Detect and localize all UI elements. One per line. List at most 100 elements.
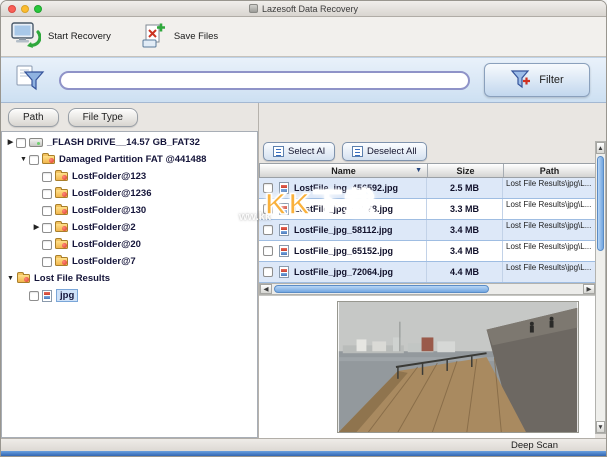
- start-recovery-icon: [11, 22, 41, 52]
- file-name: LostFile_jpg_456592.jpg: [294, 183, 398, 193]
- file-name: LostFile_jpg_72064.jpg: [294, 267, 393, 277]
- tree-checkbox[interactable]: [42, 257, 52, 267]
- expander-icon[interactable]: ▶: [5, 134, 16, 151]
- tree-item-jpg[interactable]: jpg: [2, 287, 257, 304]
- table-row[interactable]: LostFile_jpg_456592.jpg 2.5 MB Lost File…: [259, 178, 595, 199]
- tree-item-lostfolder-123[interactable]: LostFolder@123: [2, 168, 257, 185]
- column-header-path[interactable]: Path: [504, 164, 595, 177]
- column-header-size[interactable]: Size: [428, 164, 504, 177]
- row-checkbox[interactable]: [263, 267, 273, 277]
- vertical-scroll-thumb[interactable]: [597, 156, 604, 251]
- preview-pane: [259, 295, 595, 438]
- main-toolbar: Start Recovery Save Files: [1, 17, 606, 57]
- tree-item-damaged-partition[interactable]: ▼ Damaged Partition FAT @441488: [2, 151, 257, 168]
- tree-checkbox[interactable]: [42, 206, 52, 216]
- tree-item-lost-file-results[interactable]: ▼ Lost File Results: [2, 270, 257, 287]
- tab-path-label: Path: [23, 112, 44, 123]
- tree-checkbox[interactable]: [42, 223, 52, 233]
- start-recovery-button[interactable]: Start Recovery: [11, 22, 111, 52]
- table-row[interactable]: LostFile_jpg_65152.jpg 3.4 MB Lost File …: [259, 241, 595, 262]
- row-checkbox[interactable]: [263, 246, 273, 256]
- tree-checkbox[interactable]: [16, 138, 26, 148]
- scroll-down-icon[interactable]: ▼: [596, 421, 605, 433]
- start-recovery-label: Start Recovery: [48, 31, 111, 42]
- table-row[interactable]: LostFile_jpg_51328.jpg 3.3 MB Lost File …: [259, 199, 595, 220]
- vertical-scroll-track[interactable]: [596, 253, 605, 421]
- view-tabs: Path File Type: [1, 103, 258, 131]
- tree-checkbox[interactable]: [29, 291, 39, 301]
- tab-file-type[interactable]: File Type: [68, 108, 138, 127]
- horizontal-scrollbar[interactable]: ◀ ▶: [259, 283, 595, 295]
- folder-icon: [55, 240, 68, 249]
- folder-icon: [55, 172, 68, 181]
- file-name: LostFile_jpg_58112.jpg: [294, 225, 393, 235]
- minimize-button[interactable]: [21, 5, 29, 13]
- filter-input[interactable]: [59, 71, 470, 90]
- bottom-accent-bar: [1, 451, 606, 457]
- tree-item-lostfolder-1236[interactable]: LostFolder@1236: [2, 185, 257, 202]
- file-name-cell: LostFile_jpg_65152.jpg: [259, 241, 427, 261]
- jpg-file-icon: [279, 266, 289, 278]
- folder-icon: [55, 257, 68, 266]
- tree-item-label: Damaged Partition FAT @441488: [59, 154, 206, 165]
- tree-item-label: LostFolder@130: [72, 205, 146, 216]
- navigation-panel: Path File Type ▶ _FLASH DRIVE__14.57 GB_…: [1, 103, 259, 438]
- horizontal-scroll-track[interactable]: [489, 284, 583, 294]
- file-size: 4.4 MB: [427, 262, 503, 282]
- row-checkbox[interactable]: [263, 183, 273, 193]
- file-path: Lost File Results\jpg\L...: [503, 220, 595, 240]
- tree-item-label: Lost File Results: [34, 273, 110, 284]
- column-name-label: Name: [331, 166, 356, 176]
- file-name-cell: LostFile_jpg_456592.jpg: [259, 178, 427, 198]
- zoom-button[interactable]: [34, 5, 42, 13]
- select-all-icon: [273, 146, 284, 157]
- tab-path[interactable]: Path: [8, 108, 59, 127]
- table-row[interactable]: LostFile_jpg_72064.jpg 4.4 MB Lost File …: [259, 262, 595, 283]
- file-path: Lost File Results\jpg\L...: [503, 199, 595, 219]
- sort-icon[interactable]: ▼: [415, 167, 422, 174]
- tree-item-lostfolder-7[interactable]: LostFolder@7: [2, 253, 257, 270]
- titlebar: Lazesoft Data Recovery: [1, 1, 606, 17]
- file-size: 3.4 MB: [427, 241, 503, 261]
- folder-tree: ▶ _FLASH DRIVE__14.57 GB_FAT32 ▼ Damaged…: [1, 131, 258, 438]
- window-controls: [8, 5, 42, 13]
- table-row[interactable]: LostFile_jpg_58112.jpg 3.4 MB Lost File …: [259, 220, 595, 241]
- tree-item-flash-drive[interactable]: ▶ _FLASH DRIVE__14.57 GB_FAT32: [2, 134, 257, 151]
- tree-checkbox[interactable]: [42, 240, 52, 250]
- tree-item-lostfolder-130[interactable]: LostFolder@130: [2, 202, 257, 219]
- save-files-icon: [139, 22, 167, 52]
- deselect-all-button[interactable]: Deselect All: [342, 142, 427, 161]
- expander-icon[interactable]: ▼: [18, 151, 29, 168]
- tree-item-lostfolder-20[interactable]: LostFolder@20: [2, 236, 257, 253]
- jpg-file-icon: [279, 182, 289, 194]
- tree-checkbox[interactable]: [42, 189, 52, 199]
- tree-item-label: LostFolder@20: [72, 239, 141, 250]
- filter-button[interactable]: Filter: [484, 63, 590, 97]
- save-files-button[interactable]: Save Files: [139, 22, 218, 52]
- scan-mode-label: Deep Scan: [511, 440, 558, 451]
- save-files-label: Save Files: [174, 31, 218, 42]
- row-checkbox[interactable]: [263, 225, 273, 235]
- row-checkbox[interactable]: [263, 204, 273, 214]
- tree-item-label: jpg: [56, 289, 78, 302]
- table-header: Name ▼ Size Path: [259, 163, 595, 178]
- close-button[interactable]: [8, 5, 16, 13]
- tab-file-type-label: File Type: [83, 112, 123, 123]
- window-title: Lazesoft Data Recovery: [262, 4, 358, 14]
- scroll-up-icon[interactable]: ▲: [596, 142, 605, 154]
- tree-item-lostfolder-2[interactable]: ▶ LostFolder@2: [2, 219, 257, 236]
- tree-item-label: LostFolder@1236: [72, 188, 151, 199]
- horizontal-scroll-thumb[interactable]: [274, 285, 489, 293]
- preview-image: [337, 301, 579, 433]
- scroll-right-icon[interactable]: ▶: [583, 284, 595, 294]
- tree-checkbox[interactable]: [29, 155, 39, 165]
- expander-icon[interactable]: ▼: [5, 270, 16, 287]
- scroll-left-icon[interactable]: ◀: [260, 284, 272, 294]
- tree-checkbox[interactable]: [42, 172, 52, 182]
- file-table: LostFile_jpg_456592.jpg 2.5 MB Lost File…: [259, 178, 595, 283]
- file-path: Lost File Results\jpg\L...: [503, 241, 595, 261]
- select-all-button[interactable]: Select Al: [263, 142, 335, 161]
- column-header-name[interactable]: Name ▼: [260, 164, 428, 177]
- expander-icon[interactable]: ▶: [31, 219, 42, 236]
- vertical-scrollbar[interactable]: ▲ ▼: [595, 141, 606, 434]
